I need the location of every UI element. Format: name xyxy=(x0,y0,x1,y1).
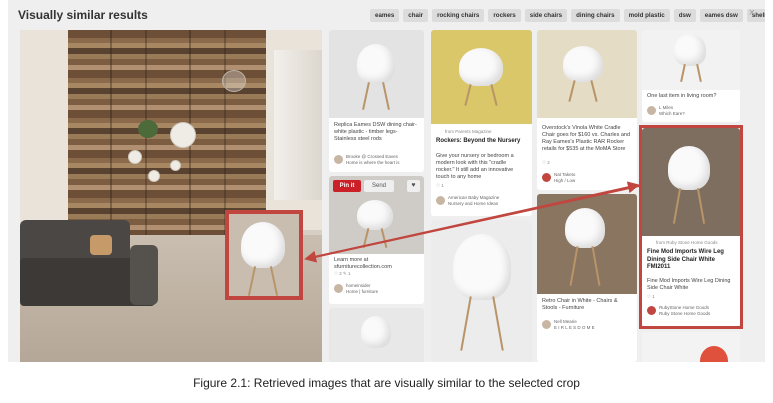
visual-search-screenshot: Visually similar results eames chair roc… xyxy=(8,0,765,362)
match-arrows xyxy=(304,181,640,263)
figure-caption: Figure 2.1: Retrieved images that are vi… xyxy=(193,376,580,390)
arrow-to-match xyxy=(309,181,640,259)
